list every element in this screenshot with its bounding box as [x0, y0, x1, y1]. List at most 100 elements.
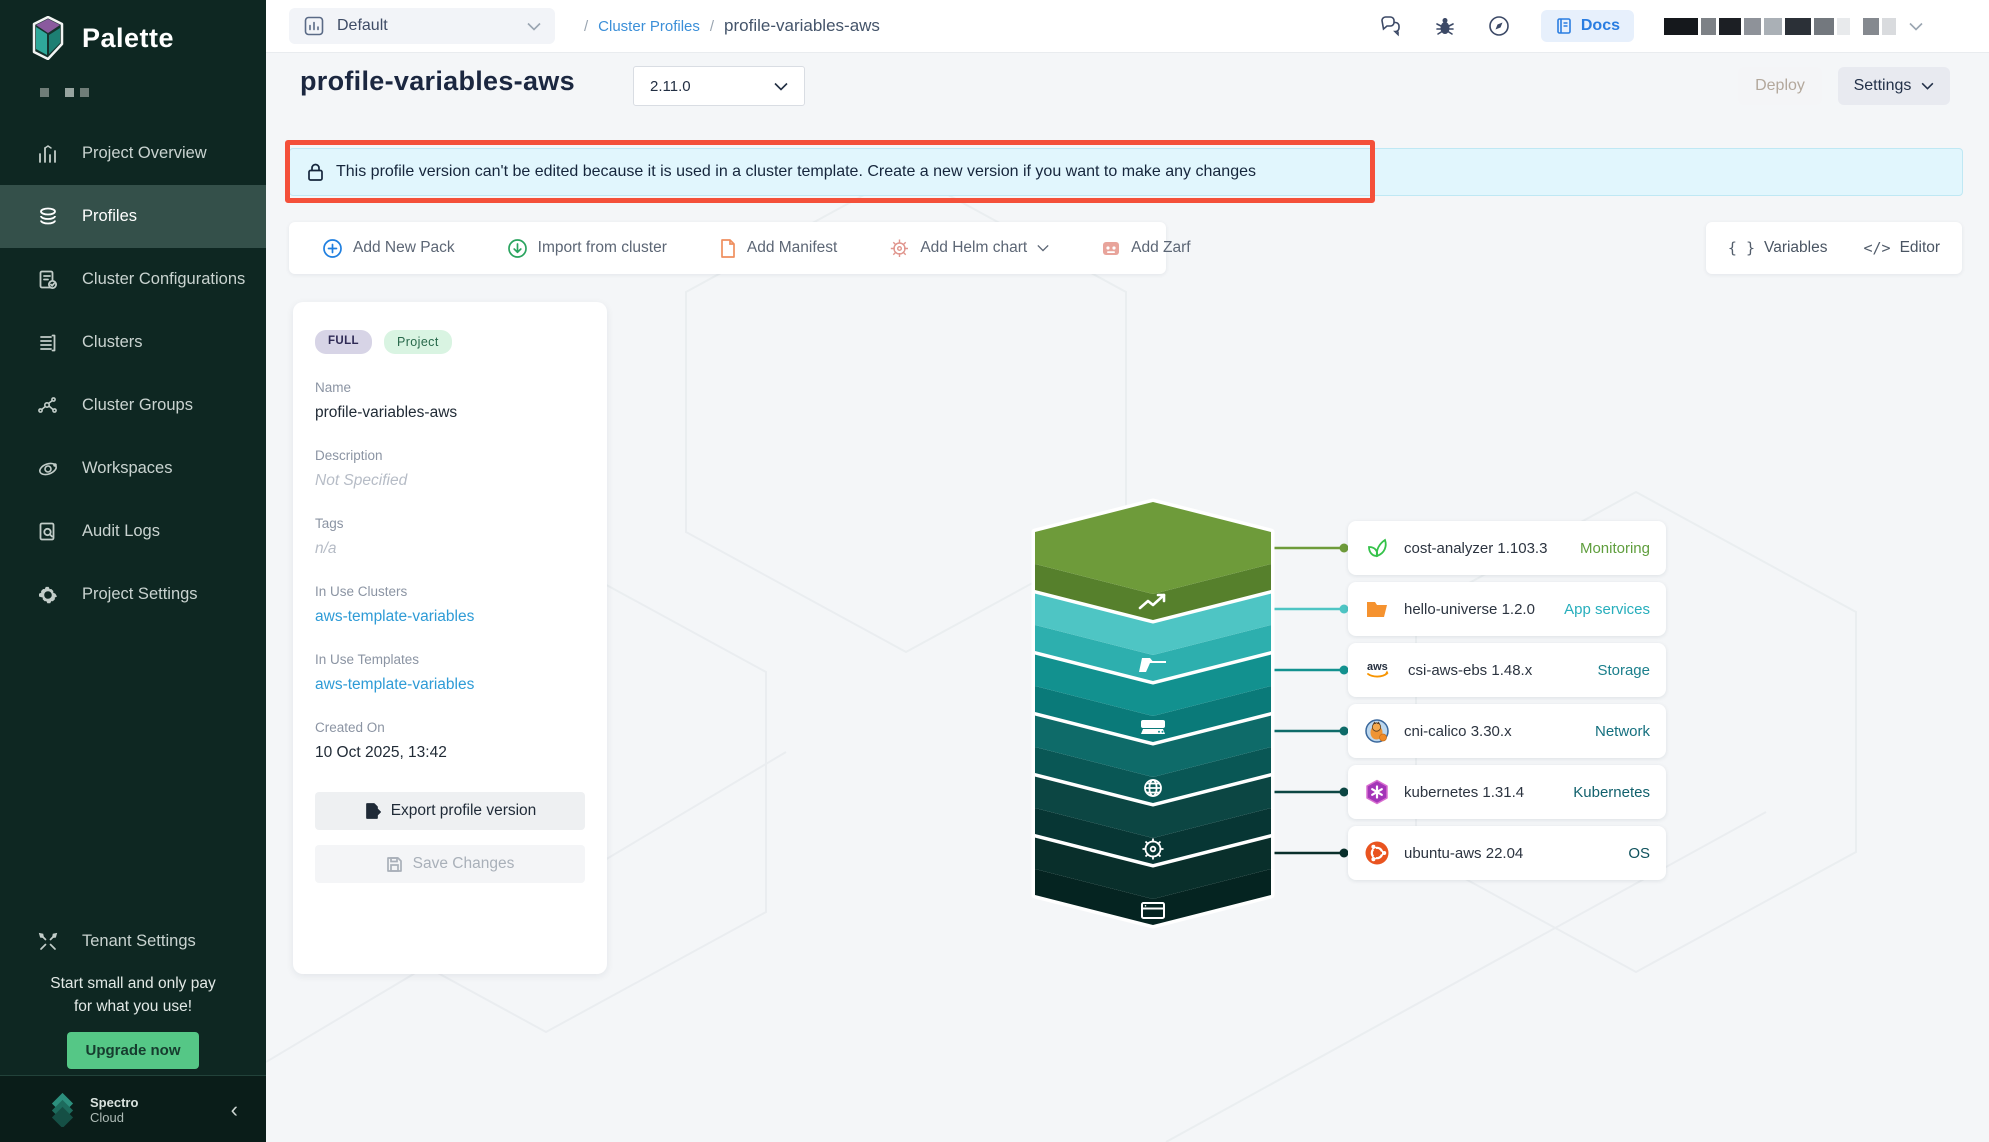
pack-category: Storage	[1597, 662, 1650, 679]
export-profile-version-button[interactable]: Export profile version	[315, 792, 585, 830]
plus-circle-icon	[322, 238, 343, 259]
sidebar-item-label: Tenant Settings	[82, 932, 196, 951]
version-select[interactable]: 2.11.0	[633, 66, 805, 106]
sidebar-item-audit-logs[interactable]: Audit Logs	[0, 500, 266, 563]
pack-name: kubernetes	[1404, 784, 1478, 801]
server-rack-icon	[36, 331, 60, 355]
pack-category: Network	[1595, 723, 1650, 740]
tools-icon	[36, 930, 60, 954]
chevron-down-icon	[1921, 82, 1934, 90]
profile-details-card: FULL Project Name profile-variables-aws …	[293, 302, 607, 974]
sidebar-item-cluster-configurations[interactable]: Cluster Configurations	[0, 248, 266, 311]
pack-row-kubernetes[interactable]: kubernetes 1.31.4 Kubernetes	[1348, 765, 1666, 819]
upgrade-now-button[interactable]: Upgrade now	[67, 1032, 198, 1069]
import-from-cluster-button[interactable]: Import from cluster	[507, 238, 667, 259]
braces-icon: { }	[1728, 239, 1755, 257]
docs-button[interactable]: Docs	[1541, 10, 1634, 42]
variables-editor-card: { } Variables </> Editor	[1706, 222, 1962, 274]
topbar: Default / Cluster Profiles / profile-var…	[266, 0, 1989, 53]
palette-app: Palette Project Overview Profiles Cluste…	[0, 0, 1989, 1142]
sidebar-item-tenant-settings[interactable]: Tenant Settings	[0, 910, 266, 973]
pack-category: App services	[1564, 601, 1650, 618]
bug-report-icon[interactable]	[1433, 14, 1457, 38]
user-menu[interactable]	[1664, 18, 1923, 35]
ubuntu-icon	[1364, 840, 1390, 866]
add-helm-chart-button[interactable]: Add Helm chart	[889, 238, 1049, 259]
in-use-clusters-link[interactable]: aws-template-variables	[315, 608, 585, 626]
pack-version: 1.103.3	[1497, 540, 1547, 557]
breadcrumb-link-cluster-profiles[interactable]: Cluster Profiles	[598, 18, 700, 35]
add-manifest-button[interactable]: Add Manifest	[719, 238, 837, 259]
variables-button[interactable]: { } Variables	[1728, 239, 1828, 257]
logo-dots	[40, 88, 89, 97]
add-zarf-button[interactable]: Add Zarf	[1101, 239, 1190, 258]
pack-row-cni-calico[interactable]: cni-calico 3.30.x Network	[1348, 704, 1666, 758]
pack-row-ubuntu-aws[interactable]: ubuntu-aws 22.04 OS	[1348, 826, 1666, 880]
page-title: profile-variables-aws	[300, 66, 575, 97]
helm-wheel-icon	[889, 238, 910, 259]
spectro-cloud-logo: Spectro Cloud	[46, 1093, 138, 1127]
spectro-cloud-name: Spectro Cloud	[90, 1095, 138, 1125]
chevron-down-icon	[527, 22, 541, 31]
palette-logo-icon	[28, 16, 68, 60]
breadcrumb-current: profile-variables-aws	[724, 16, 880, 36]
compass-icon[interactable]	[1487, 14, 1511, 38]
pack-name: cost-analyzer	[1404, 540, 1493, 557]
download-circle-icon	[507, 238, 528, 259]
overview-chart-icon	[36, 142, 60, 166]
sidebar-item-label: Audit Logs	[82, 522, 160, 541]
chat-feedback-icon[interactable]	[1379, 14, 1403, 38]
sidebar-item-label: Project Overview	[82, 144, 207, 163]
editor-button[interactable]: </> Editor	[1863, 239, 1940, 257]
gear-icon	[36, 583, 60, 607]
sidebar-item-project-overview[interactable]: Project Overview	[0, 122, 266, 185]
pack-name: csi-aws-ebs	[1408, 662, 1487, 679]
docs-label: Docs	[1581, 17, 1620, 35]
sidebar-item-workspaces[interactable]: Workspaces	[0, 437, 266, 500]
sidebar-item-label: Profiles	[82, 207, 137, 226]
code-icon: </>	[1863, 239, 1890, 257]
in-use-templates-link[interactable]: aws-template-variables	[315, 676, 585, 694]
aws-icon: aws	[1364, 657, 1394, 683]
sidebar-tenant: Tenant Settings	[0, 910, 266, 973]
pack-version: 22.04	[1486, 845, 1524, 862]
kubernetes-icon	[1364, 779, 1390, 805]
folder-orange-icon	[1364, 596, 1390, 622]
topbar-actions: Docs	[1379, 0, 1923, 52]
sidebar-item-cluster-groups[interactable]: Cluster Groups	[0, 374, 266, 437]
sidebar-collapse-chevron[interactable]: ‹	[231, 1097, 238, 1123]
stack-layer-monitoring[interactable]	[1035, 502, 1271, 620]
chevron-down-icon	[1037, 244, 1049, 252]
svg-text:aws: aws	[1367, 661, 1388, 673]
zarf-icon	[1101, 239, 1121, 258]
pack-name: hello-universe	[1404, 601, 1497, 618]
sidebar-item-clusters[interactable]: Clusters	[0, 311, 266, 374]
pack-toolbar: Add New Pack Import from cluster Add Man…	[289, 222, 1166, 274]
settings-button[interactable]: Settings	[1838, 67, 1950, 105]
pack-row-csi-aws-ebs[interactable]: aws csi-aws-ebs 1.48.x Storage	[1348, 643, 1666, 697]
sidebar-item-label: Project Settings	[82, 585, 198, 604]
project-selector[interactable]: Default	[289, 8, 555, 44]
pack-category: Monitoring	[1580, 540, 1650, 557]
kubecost-icon	[1364, 535, 1390, 561]
pack-version: 1.31.4	[1482, 784, 1524, 801]
sidebar-item-label: Cluster Configurations	[82, 270, 245, 289]
badge-full: FULL	[315, 330, 372, 354]
deploy-button[interactable]: Deploy	[1738, 67, 1822, 105]
pack-list: cost-analyzer 1.103.3 Monitoring hello-u…	[1348, 521, 1666, 887]
add-new-pack-button[interactable]: Add New Pack	[322, 238, 455, 259]
nodes-network-icon	[36, 394, 60, 418]
sidebar-item-label: Clusters	[82, 333, 143, 352]
created-on-value: 10 Oct 2025, 13:42	[315, 744, 585, 762]
pack-row-hello-universe[interactable]: hello-universe 1.2.0 App services	[1348, 582, 1666, 636]
pack-row-cost-analyzer[interactable]: cost-analyzer 1.103.3 Monitoring	[1348, 521, 1666, 575]
export-file-icon	[364, 802, 381, 820]
sidebar-item-project-settings[interactable]: Project Settings	[0, 563, 266, 626]
brand-logo[interactable]: Palette	[28, 16, 174, 60]
storage-icon	[1141, 720, 1165, 734]
orbit-icon	[36, 457, 60, 481]
sidebar-item-profiles[interactable]: Profiles	[0, 185, 266, 248]
pack-category: OS	[1628, 845, 1650, 862]
save-changes-button[interactable]: Save Changes	[315, 845, 585, 883]
sidebar-item-label: Workspaces	[82, 459, 172, 478]
